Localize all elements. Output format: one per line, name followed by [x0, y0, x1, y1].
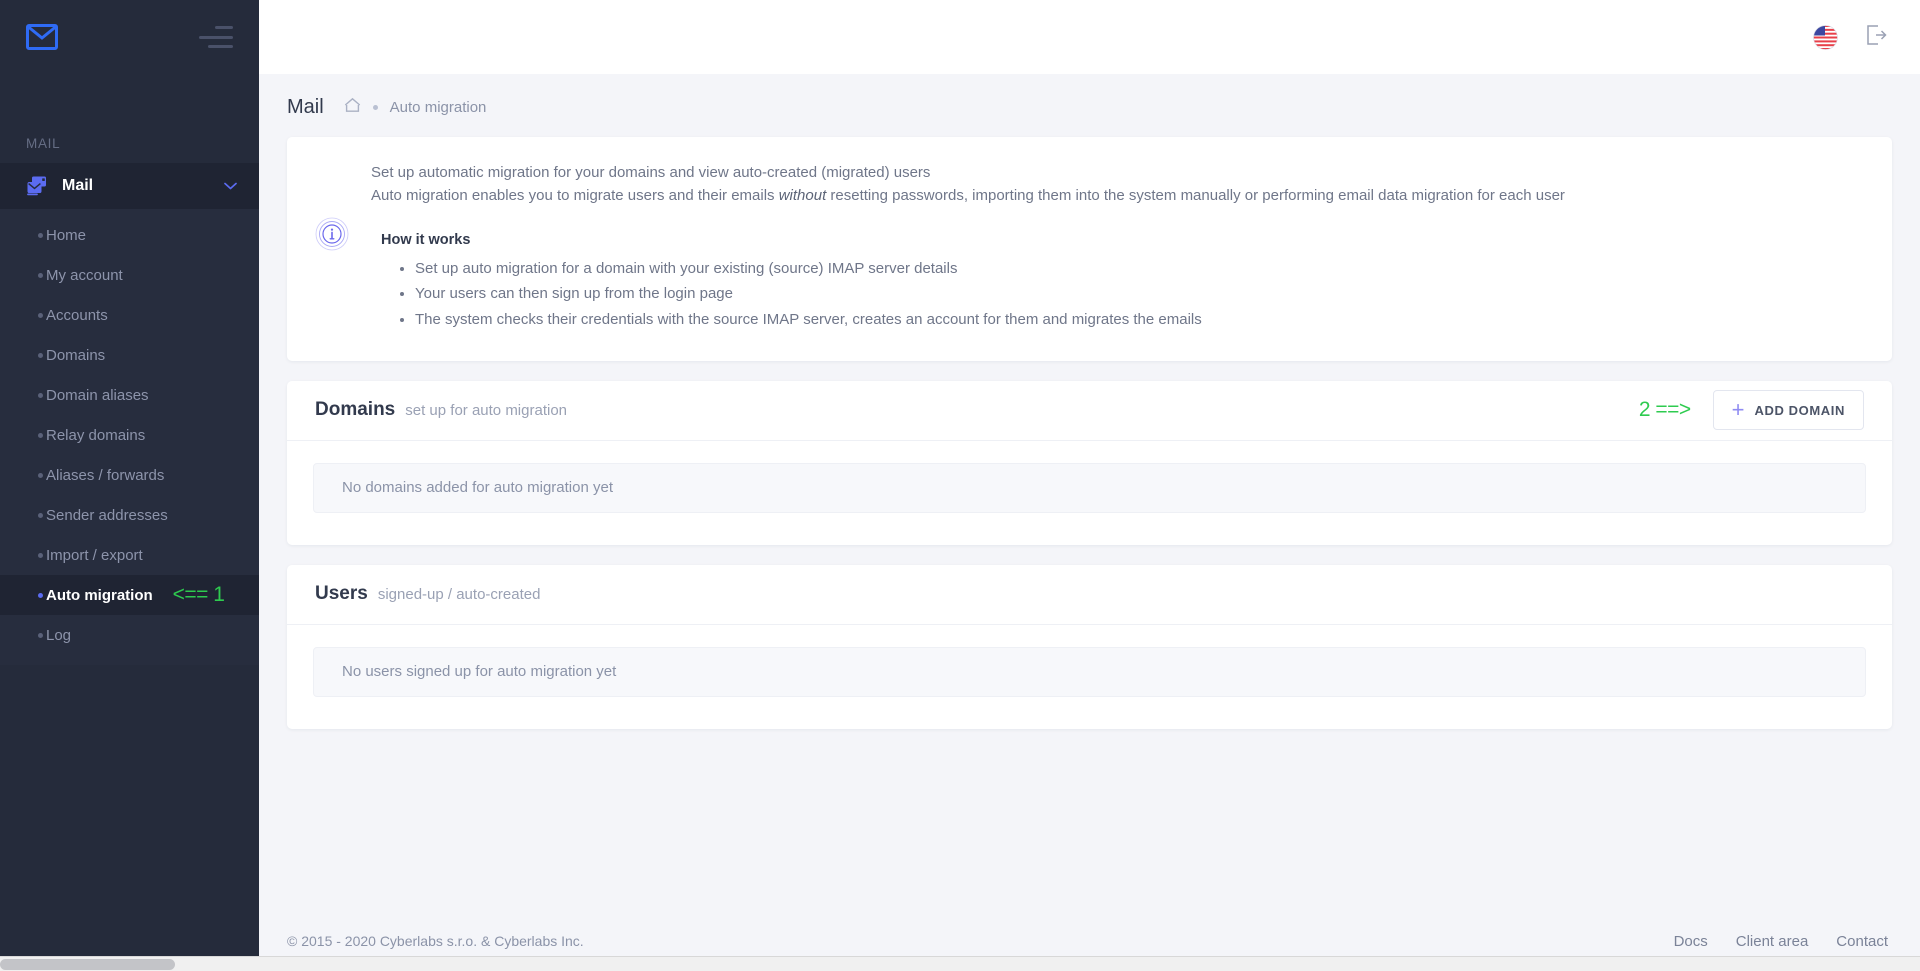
bullet-icon — [38, 393, 43, 398]
sidebar-section-label: MAIL — [0, 74, 259, 163]
info-line-2-part1: Auto migration enables you to migrate us… — [371, 187, 779, 204]
users-subtitle: signed-up / auto-created — [378, 586, 541, 603]
plus-icon: + — [1732, 399, 1745, 421]
footer-links: Docs Client area Contact — [1674, 933, 1888, 950]
main-area: Mail Auto migration — [259, 0, 1920, 971]
how-it-works-list: Set up auto migration for a domain with … — [415, 256, 1864, 333]
breadcrumb-separator — [373, 105, 378, 110]
sidebar-group-mail[interactable]: Mail — [0, 163, 259, 209]
bullet-icon — [38, 433, 43, 438]
domains-title: Domains — [315, 399, 395, 421]
copyright-text: © 2015 - 2020 Cyberlabs s.r.o. & Cyberla… — [287, 933, 584, 949]
sidebar-group-label: Mail — [62, 177, 224, 195]
sidebar-item-label: Domains — [46, 347, 105, 364]
page-title: Mail — [287, 96, 324, 119]
sidebar-submenu: Home My account Accounts Domains Domain … — [0, 209, 259, 665]
hamburger-icon[interactable] — [199, 26, 233, 48]
sidebar-item-label: My account — [46, 267, 123, 284]
sidebar-item-aliases-forwards[interactable]: Aliases / forwards — [0, 455, 259, 495]
envelope-icon[interactable] — [26, 24, 58, 50]
sidebar-item-label: Log — [46, 627, 71, 644]
us-flag-icon[interactable] — [1813, 25, 1838, 50]
domains-card-header: Domains set up for auto migration 2 ==> … — [287, 381, 1892, 441]
bullet-icon — [38, 233, 43, 238]
sidebar-item-label: Import / export — [46, 547, 143, 564]
sidebar-item-my-account[interactable]: My account — [0, 255, 259, 295]
info-line-2: Auto migration enables you to migrate us… — [371, 184, 1864, 207]
bullet-icon — [38, 553, 43, 558]
app-root: MAIL Mail Home — [0, 0, 1920, 971]
bullet-icon — [38, 313, 43, 318]
info-line-1: Set up automatic migration for your doma… — [371, 161, 1864, 184]
list-item: Your users can then sign up from the log… — [415, 281, 1864, 307]
sidebar-item-label: Auto migration — [46, 587, 153, 604]
sidebar-item-relay-domains[interactable]: Relay domains — [0, 415, 259, 455]
add-domain-label: ADD DOMAIN — [1755, 403, 1846, 418]
how-it-works-title: How it works — [381, 232, 1864, 248]
footer-link-client-area[interactable]: Client area — [1736, 933, 1809, 950]
users-empty-text: No users signed up for auto migration ye… — [342, 663, 616, 680]
sidebar-item-label: Sender addresses — [46, 507, 168, 524]
sidebar: MAIL Mail Home — [0, 0, 259, 971]
sidebar-item-log[interactable]: Log — [0, 615, 259, 655]
domains-card: Domains set up for auto migration 2 ==> … — [287, 381, 1892, 545]
info-icon-container — [315, 161, 367, 333]
footer-link-contact[interactable]: Contact — [1836, 933, 1888, 950]
info-line-2-emphasis: without — [779, 187, 827, 204]
chevron-down-icon[interactable] — [224, 177, 237, 195]
bullet-icon — [38, 513, 43, 518]
topbar — [259, 0, 1920, 74]
bullet-icon — [38, 353, 43, 358]
domains-card-body: No domains added for auto migration yet — [287, 441, 1892, 545]
list-item: Set up auto migration for a domain with … — [415, 256, 1864, 282]
home-icon[interactable] — [336, 97, 361, 118]
domains-header-actions: 2 ==> + ADD DOMAIN — [1639, 390, 1864, 430]
sidebar-item-domain-aliases[interactable]: Domain aliases — [0, 375, 259, 415]
info-card: Set up automatic migration for your doma… — [287, 137, 1892, 361]
users-card-header: Users signed-up / auto-created — [287, 565, 1892, 625]
sidebar-header — [0, 0, 259, 74]
mail-stack-icon — [26, 175, 48, 197]
domains-empty-state: No domains added for auto migration yet — [313, 463, 1866, 513]
users-empty-state: No users signed up for auto migration ye… — [313, 647, 1866, 697]
sidebar-item-auto-migration[interactable]: Auto migration <== 1 — [0, 575, 259, 615]
info-circle-icon — [315, 238, 349, 255]
sidebar-item-label: Aliases / forwards — [46, 467, 164, 484]
domains-subtitle: set up for auto migration — [405, 402, 567, 419]
annotation-step-1: <== 1 — [173, 583, 225, 607]
breadcrumb-current: Auto migration — [390, 99, 487, 116]
footer-link-docs[interactable]: Docs — [1674, 933, 1708, 950]
sidebar-item-domains[interactable]: Domains — [0, 335, 259, 375]
sidebar-item-label: Domain aliases — [46, 387, 149, 404]
sidebar-filler — [0, 665, 259, 971]
users-card-body: No users signed up for auto migration ye… — [287, 625, 1892, 729]
bullet-icon — [38, 593, 43, 598]
sidebar-item-import-export[interactable]: Import / export — [0, 535, 259, 575]
horizontal-scrollbar[interactable] — [0, 956, 1920, 971]
sidebar-item-label: Home — [46, 227, 86, 244]
bullet-icon — [38, 633, 43, 638]
breadcrumb: Mail Auto migration — [259, 74, 1920, 137]
bullet-icon — [38, 473, 43, 478]
users-title: Users — [315, 583, 368, 605]
info-body: Set up automatic migration for your doma… — [367, 161, 1864, 333]
sidebar-item-label: Accounts — [46, 307, 108, 324]
sidebar-item-label: Relay domains — [46, 427, 145, 444]
users-card: Users signed-up / auto-created No users … — [287, 565, 1892, 729]
domains-empty-text: No domains added for auto migration yet — [342, 479, 613, 496]
content-area: Mail Auto migration — [259, 74, 1920, 971]
panels: Set up automatic migration for your doma… — [259, 137, 1920, 749]
add-domain-button[interactable]: + ADD DOMAIN — [1713, 390, 1864, 430]
info-line-2-part2: resetting passwords, importing them into… — [826, 187, 1565, 204]
scrollbar-thumb[interactable] — [0, 959, 175, 970]
annotation-step-2: 2 ==> — [1639, 398, 1691, 422]
sidebar-item-sender-addresses[interactable]: Sender addresses — [0, 495, 259, 535]
list-item: The system checks their credentials with… — [415, 307, 1864, 333]
bullet-icon — [38, 273, 43, 278]
logout-icon[interactable] — [1864, 23, 1888, 52]
sidebar-item-accounts[interactable]: Accounts — [0, 295, 259, 335]
sidebar-item-home[interactable]: Home — [0, 215, 259, 255]
